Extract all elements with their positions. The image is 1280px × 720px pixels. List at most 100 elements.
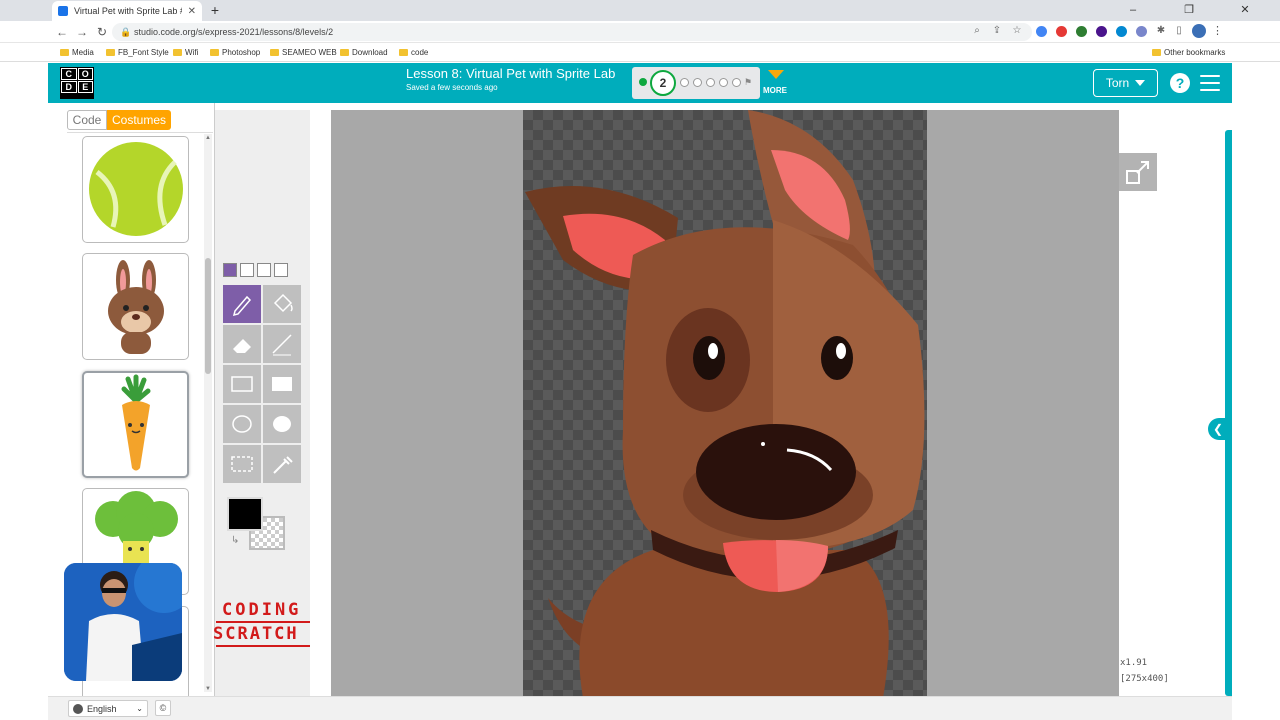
logo-letter: E [77,81,93,93]
level-dot[interactable] [719,78,728,87]
channel-brand-line1: CODING [222,600,302,620]
maximize-icon[interactable]: ❐ [1180,2,1198,18]
costume-list-scrollbar[interactable] [204,134,212,692]
level-dot[interactable] [706,78,715,87]
swap-colors-icon[interactable]: ↳ [231,535,239,546]
costume-bunny[interactable] [82,253,189,360]
more-label[interactable]: MORE [763,86,787,95]
primary-color-swatch[interactable] [227,497,263,531]
level-current[interactable]: 2 [650,70,676,96]
bookmark-media[interactable]: Media [60,46,94,59]
bookmark-fb-font-style[interactable]: FB_Font Style [106,46,169,59]
extension-opera-icon[interactable] [1056,26,1067,37]
level-dot[interactable] [732,78,741,87]
brush-size-1[interactable] [223,263,237,277]
lock-icon: 🔒 [120,27,132,37]
brush-size-3[interactable] [257,263,271,277]
address-bar[interactable]: 🔒 studio.code.org/s/express-2021/lessons… [112,23,1032,41]
logo-letter: D [61,81,77,93]
extension-gear-icon[interactable] [1136,26,1147,37]
back-arrow-icon[interactable]: ← [54,23,70,41]
bookmark-wifi[interactable]: Wifi [173,46,198,59]
bookmark-seameo-web[interactable]: SEAMEO WEB [270,46,337,59]
pencil-tool[interactable] [223,285,261,323]
folder-icon [340,49,349,56]
bookmark-download[interactable]: Download [340,46,388,59]
brush-size-4[interactable] [274,263,288,277]
bookmark-other[interactable]: Other bookmarks [1152,46,1225,59]
finish-flag-icon[interactable]: ⚑ [744,77,752,88]
line-tool[interactable] [263,325,301,363]
carrot-icon [121,374,151,471]
new-tab-icon[interactable]: + [207,2,223,18]
folder-icon [210,49,219,56]
lesson-title[interactable]: Lesson 8: Virtual Pet with Sprite Lab [406,66,615,81]
scroll-down-icon[interactable]: ▼ [205,686,211,692]
folder-icon [1152,49,1161,56]
ellipse-outline-tool[interactable] [223,405,261,443]
extension-green-icon[interactable] [1076,26,1087,37]
user-menu-button[interactable]: Torn [1093,69,1158,97]
reload-icon[interactable]: ↻ [94,23,110,41]
instructions-panel-edge [1225,130,1232,696]
side-panel-icon[interactable]: ▯ [1172,24,1186,38]
folder-icon [106,49,115,56]
extension-translate-icon[interactable] [1036,26,1047,37]
tab-costumes[interactable]: Costumes [107,110,171,130]
code-org-logo[interactable]: C O D E [60,67,94,99]
bookmark-photoshop[interactable]: Photoshop [210,46,260,59]
browser-tab[interactable]: Virtual Pet with Sprite Lab #2 | Exp ✕ [52,1,202,21]
logo-letter: O [77,68,93,80]
forward-arrow-icon[interactable]: → [74,23,90,41]
browser-menu-icon[interactable]: ⋮ [1212,24,1223,38]
zoom-icon[interactable]: ⌕ [970,24,984,38]
chevron-down-icon: ⌄ [136,704,143,713]
eraser-tool[interactable] [223,325,261,363]
fit-to-screen-icon [1126,161,1149,184]
logo-letter: C [61,68,77,80]
close-window-icon[interactable]: ✕ [1236,2,1254,18]
extension-blue-icon[interactable] [1116,26,1127,37]
select-tool[interactable] [223,445,261,483]
costume-carrot[interactable] [82,371,189,478]
fit-canvas-button[interactable] [1119,153,1157,191]
costume-tennis-ball[interactable] [82,136,189,243]
help-icon[interactable]: ? [1170,73,1190,93]
paint-bucket-icon [273,293,293,313]
more-arrow-icon[interactable] [768,70,784,79]
collapse-panel-chevron-icon[interactable]: ❮ [1208,418,1228,440]
profile-avatar[interactable] [1192,24,1206,38]
eyedropper-tool[interactable] [263,445,301,483]
minimize-icon[interactable]: – [1124,2,1142,18]
level-dot[interactable] [693,78,702,87]
folder-icon [270,49,279,56]
scroll-up-icon[interactable]: ▲ [205,135,211,141]
presenter-image [64,563,182,681]
ellipse-filled-tool[interactable] [263,405,301,443]
rectangle-filled-icon [272,377,292,391]
close-tab-icon[interactable]: ✕ [188,6,196,17]
extension-purple-icon[interactable] [1096,26,1107,37]
hamburger-menu-icon[interactable] [1200,75,1220,91]
address-url: studio.code.org/s/express-2021/lessons/8… [134,27,334,37]
extensions-puzzle-icon[interactable]: ✱ [1154,24,1168,38]
scrollbar-thumb[interactable] [205,258,211,374]
language-select[interactable]: English ⌄ [68,700,148,717]
rectangle-outline-tool[interactable] [223,365,261,403]
level-dot[interactable] [680,78,689,87]
eyedropper-icon [273,456,293,474]
level-dot-completed[interactable] [639,78,647,86]
tennis-ball-icon [89,142,183,236]
rectangle-filled-tool[interactable] [263,365,301,403]
selection-icon [231,456,253,472]
tab-code[interactable]: Code [67,110,107,130]
dog-costume-drawing[interactable] [523,110,927,698]
page-gutter-right [1232,63,1280,720]
folder-icon [60,49,69,56]
bookmark-star-icon[interactable]: ☆ [1010,24,1024,38]
brush-size-2[interactable] [240,263,254,277]
bookmark-code[interactable]: code [399,46,428,59]
fill-tool[interactable] [263,285,301,323]
share-icon[interactable]: ⇪ [990,24,1004,38]
copyright-button[interactable]: © [155,700,171,716]
